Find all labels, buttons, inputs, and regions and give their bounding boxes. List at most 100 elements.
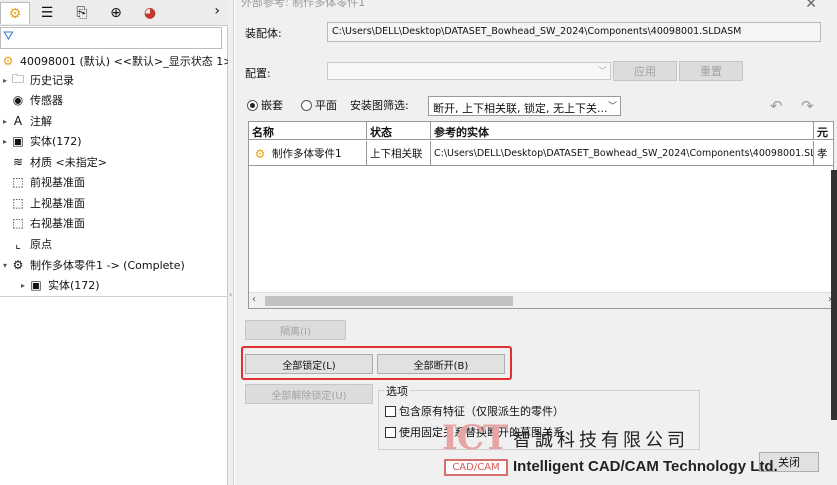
filter-label: 安装图筛选: [350,99,409,112]
tree-item[interactable]: ⬚ 右视基准面 [0,214,85,232]
dimxpert-tab[interactable]: ⊕ [101,2,131,24]
tree-item-label: 实体(172) [48,279,100,292]
flat-radio[interactable]: 平面 [301,97,337,113]
splitter-grip-icon[interactable]: ‹ [229,290,232,299]
tree-item-label: 传感器 [30,94,63,107]
origin-icon: ⌞ [15,237,21,251]
tree-item[interactable]: ▸ A 注解 [0,112,52,130]
expand-arrow-icon[interactable]: ▸ [0,117,10,126]
property-manager-tab[interactable]: ☰ [32,2,62,24]
isolate-button[interactable]: 隔离(I) [245,320,346,340]
tree-item[interactable]: ▾ ⚙ 制作多体零件1 -> (Complete) [0,256,185,274]
part-icon: ⚙ [12,258,24,272]
dialog-title: 外部参考: 制作多体零件1 [241,0,366,9]
apply-button[interactable]: 应用 [613,61,677,81]
radio-selected-icon [247,99,258,111]
background-model-edge [831,170,837,420]
expand-arrow-icon[interactable]: ▸ [0,76,10,85]
row-ref-cell: C:\Users\DELL\Desktop\DATASET_Bowhead_SW… [431,141,814,166]
logo-english-name: Intelligent CAD/CAM Technology Ltd. [513,458,778,475]
part-icon: ⚙ [254,146,266,161]
assembly-label: 装配体: [245,27,282,40]
expand-arrow-icon[interactable]: ▾ [0,261,10,270]
tree-item[interactable]: ≋ 材质 <未指定> [0,153,107,171]
row-status-cell: 上下相关联 [367,141,431,166]
tree-item[interactable]: ⬚ 上视基准面 [0,194,85,212]
assembly-icon: ⚙ [2,54,14,68]
expand-arrow-icon[interactable]: ▸ [18,281,28,290]
table-horizontal-scrollbar[interactable]: ‹ › [249,292,833,308]
annotation-icon: A [13,114,23,128]
tree-item-label: 实体(172) [30,135,82,148]
display-manager-tab[interactable]: ◕ [135,2,165,24]
nested-radio-label: 嵌套 [261,99,283,112]
configuration-manager-icon: ⎘ [76,5,88,21]
chevron-down-icon: ﹀ [607,99,617,112]
tree-item-label: 注解 [30,115,52,128]
assembly-filter-select[interactable]: 断开, 上下相关联, 锁定, 无上下关... ﹀ [428,96,621,116]
unlock-all-button[interactable]: 全部解除锁定(U) [245,384,373,404]
undo-icon[interactable]: ↶ [770,97,783,115]
company-logo: ICT CAD/CAM 智誠科技有限公司 Intelligent CAD/CAM… [440,418,837,485]
more-tabs-icon[interactable]: › [214,3,220,19]
chevron-down-icon: ﹀ [597,67,607,77]
tree-item[interactable]: ⬚ 前视基准面 [0,173,85,191]
feature-manager-icon: ⚙ [8,5,22,22]
tree-item[interactable]: ▸ 🗀 历史记录 [0,71,74,89]
solid-bodies-icon: ▣ [30,278,42,292]
break-all-button[interactable]: 全部断开(B) [377,354,505,374]
tree-item[interactable]: ▸ ▣ 实体(172) [18,276,100,294]
col-name-header[interactable]: 名称 [249,122,367,140]
tree-item-label: 材质 <未指定> [30,156,107,169]
row-extra-cell: 孝 [817,148,828,160]
scroll-left-icon[interactable]: ‹ [252,294,256,305]
logo-chinese-name: 智誠科技有限公司 [513,430,689,451]
tree-tab-bar: ⚙ ☰ ⎘ ⊕ ◕ › [0,0,228,26]
redo-icon[interactable]: ↷ [801,97,814,115]
tree-item-label: 原点 [30,238,52,251]
table-row[interactable]: ⚙ 制作多体零件1 上下相关联 C:\Users\DELL\Desktop\DA… [249,141,833,166]
sensor-icon: ◉ [12,93,24,107]
tree-item-label: 制作多体零件1 -> (Complete) [30,259,185,272]
tree-filter-input[interactable]: ⛛ [0,27,222,49]
col-extra-header[interactable]: 元 [814,122,833,140]
property-manager-icon: ☰ [40,5,54,21]
tree-root-assembly[interactable]: ⚙ 40098001 (默认) <<默认>_显示状态 1> -> [0,52,250,70]
checkbox-icon [385,426,396,438]
checkbox-icon [385,405,396,417]
material-icon: ≋ [12,155,24,169]
display-manager-icon: ◕ [143,5,157,21]
feature-manager-tab[interactable]: ⚙ [0,2,30,24]
dialog-close-icon[interactable]: ✕ [805,0,817,12]
col-ref-header[interactable]: 参考的实体 [431,122,814,140]
external-references-dialog: 外部参考: 制作多体零件1 ✕ 装配体: C:\Users\DELL\Deskt… [235,0,837,485]
tree-item-label: 历史记录 [30,74,74,87]
include-features-label: 包含原有特征（仅限派生的零件） [399,405,564,418]
feature-tree-panel: ⚙ ☰ ⎘ ⊕ ◕ › ⛛ ⚙ 40098001 (默认) <<默认>_显示状态… [0,0,249,485]
panel-splitter[interactable] [228,0,234,485]
table-header: 名称 状态 参考的实体 元 [249,122,833,140]
logo-sub: CAD/CAM [444,459,508,476]
radio-unselected-icon [301,99,312,111]
tree-item[interactable]: ▸ ▣ 实体(172) [0,132,82,150]
configuration-manager-tab[interactable]: ⎘ [67,2,97,24]
config-select[interactable]: ﹀ [327,62,611,80]
nested-radio[interactable]: 嵌套 [247,97,283,113]
scrollbar-thumb[interactable] [265,296,513,306]
col-status-header[interactable]: 状态 [367,122,431,140]
include-features-checkbox[interactable]: 包含原有特征（仅限派生的零件） [385,403,564,419]
options-title: 选项 [384,383,410,399]
solid-bodies-icon: ▣ [12,134,24,148]
dimxpert-icon: ⊕ [110,5,122,21]
reset-button[interactable]: 重置 [679,61,743,81]
config-label: 配置: [245,67,271,80]
lock-all-button[interactable]: 全部锁定(L) [245,354,373,374]
tree-item[interactable]: ⌞ 原点 [0,235,52,253]
tree-divider [0,296,228,297]
row-name-cell: ⚙ 制作多体零件1 [249,141,367,166]
plane-icon: ⬚ [12,196,24,210]
expand-arrow-icon[interactable]: ▸ [0,137,10,146]
tree-root-label: 40098001 (默认) <<默认>_显示状态 1> -> [20,55,250,68]
tree-item[interactable]: ◉ 传感器 [0,91,63,109]
history-icon: 🗀 [11,71,24,86]
